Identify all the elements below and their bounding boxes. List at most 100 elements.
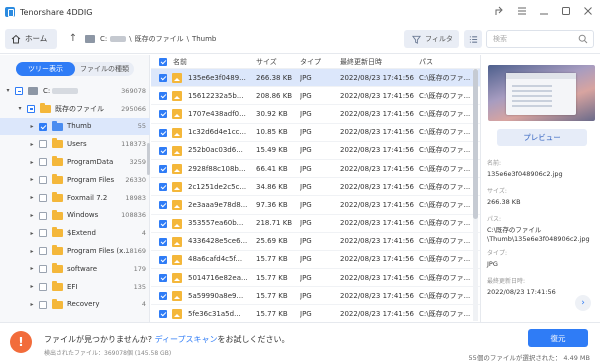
table-row[interactable]: 252b0ac03d6... 15.49 KB JPG 2022/08/23 17:4… [151, 142, 480, 160]
row-checkbox[interactable] [159, 183, 167, 192]
tree-item[interactable]: ▸ Foxmail 7.2 18983 [0, 189, 150, 207]
tree-checkbox[interactable] [27, 104, 35, 113]
share-icon[interactable] [494, 5, 506, 17]
tree-item[interactable]: ▸ Recovery 4 [0, 296, 150, 314]
preview-button[interactable]: プレビュー [497, 129, 587, 146]
close-icon[interactable] [582, 5, 594, 17]
row-checkbox[interactable] [159, 274, 167, 283]
table-row[interactable]: 2928f88c108b... 66.41 KB JPG 2022/08/23 17:… [151, 160, 480, 179]
tree-item[interactable]: ▸ EFI 135 [0, 278, 150, 296]
row-checkbox[interactable] [159, 237, 167, 246]
file-list-scroll-thumb[interactable] [473, 69, 478, 219]
column-type[interactable]: タイプ [300, 57, 321, 67]
tree-checkbox[interactable] [15, 87, 23, 95]
filter-button[interactable]: フィルタ [404, 30, 459, 48]
tree-item[interactable]: ▸ Thumb 55 [0, 117, 150, 136]
table-row[interactable]: 5fe36c31a5d... 15.77 KB JPG 2022/08/23 17:4… [151, 305, 480, 324]
table-row[interactable]: 353557ea60b... 218.71 KB JPG 2022/08/23 17:… [151, 215, 480, 233]
home-button[interactable]: ホーム [5, 28, 57, 49]
expand-arrow-icon[interactable]: ▸ [28, 248, 36, 255]
expand-arrow-icon[interactable]: ▸ [28, 230, 36, 237]
table-row[interactable]: 15612232a5b... 208.86 KB JPG 2022/08/23 17:… [151, 87, 480, 106]
table-row[interactable]: 48a6cafd4c5f... 15.77 KB JPG 2022/08/23 17:… [151, 251, 480, 270]
tree-checkbox[interactable] [39, 193, 47, 202]
row-checkbox[interactable] [159, 255, 167, 264]
tree-item[interactable]: ▸ ProgramData 3259 [0, 153, 150, 171]
up-arrow-icon[interactable]: ↑ [67, 33, 79, 45]
table-row[interactable]: 1707e438adf0... 30.92 KB JPG 2022/08/23 17:… [151, 105, 480, 124]
tree-item[interactable]: ▸ Users 118373 [0, 135, 150, 153]
column-size[interactable]: サイズ [256, 57, 277, 67]
meta-name-value: 135e6e3f048906c2.jpg [487, 170, 563, 178]
next-chevron-icon[interactable]: › [575, 295, 591, 311]
expand-arrow-icon[interactable]: ▸ [28, 176, 36, 183]
deep-scan-link[interactable]: ディープスキャン [155, 335, 218, 344]
expand-arrow-icon[interactable]: ▸ [28, 301, 36, 308]
row-checkbox[interactable] [159, 310, 167, 319]
table-row[interactable]: 5014716e82ea... 15.77 KB JPG 2022/08/23 17:… [151, 269, 480, 288]
column-path[interactable]: パス [419, 57, 433, 67]
list-view-button[interactable] [464, 30, 482, 48]
tree-item[interactable]: ▾ 既存のファイル 295066 [0, 100, 150, 118]
expand-arrow-icon[interactable]: ▸ [28, 123, 36, 130]
tab-file-type[interactable]: ファイルの種類 [75, 62, 134, 76]
table-row[interactable]: 5a59990a8e9... 15.77 KB JPG 2022/08/23 17:4… [151, 287, 480, 306]
row-checkbox[interactable] [159, 92, 167, 101]
collapse-arrow-icon[interactable]: ▾ [16, 105, 24, 112]
expand-arrow-icon[interactable]: ▸ [28, 283, 36, 290]
table-row[interactable]: 4336428e5ce6... 25.69 KB JPG 2022/08/23 17:… [151, 233, 480, 251]
tree-checkbox[interactable] [39, 158, 47, 167]
row-checkbox[interactable] [159, 201, 167, 210]
breadcrumb-thumb[interactable]: Thumb [192, 35, 216, 43]
row-checkbox[interactable] [159, 292, 167, 301]
tree-checkbox[interactable] [39, 300, 47, 309]
tree-checkbox[interactable] [39, 122, 47, 131]
cell-size: 34.86 KB [256, 182, 288, 191]
select-all-checkbox[interactable] [159, 58, 167, 66]
breadcrumb-existing-files[interactable]: 既存のファイル [135, 34, 184, 44]
tree-checkbox[interactable] [39, 175, 47, 184]
expand-arrow-icon[interactable]: ▸ [28, 212, 36, 219]
recover-button[interactable]: 復元 [528, 329, 588, 347]
drive-icon [85, 34, 95, 43]
expand-arrow-icon[interactable]: ▸ [28, 159, 36, 166]
column-modified[interactable]: 最終更新日時 [340, 57, 382, 67]
search-icon[interactable] [578, 34, 588, 44]
tree-checkbox[interactable] [39, 140, 47, 149]
row-checkbox[interactable] [159, 219, 167, 228]
tree-item[interactable]: ▸ $Extend 4 [0, 224, 150, 242]
tab-tree-view[interactable]: ツリー表示 [16, 62, 75, 76]
maximize-icon[interactable] [560, 5, 572, 17]
tree-checkbox[interactable] [39, 211, 47, 220]
tree-checkbox[interactable] [39, 229, 47, 238]
row-checkbox[interactable] [159, 74, 167, 82]
menu-icon[interactable] [516, 5, 528, 17]
breadcrumb-drive[interactable]: C: [100, 35, 107, 43]
table-row[interactable]: 2c1251de2c5c... 34.86 KB JPG 2022/08/23 17:… [151, 178, 480, 197]
tree-item[interactable]: ▸ Program Files (x... 18169 [0, 242, 150, 260]
expand-arrow-icon[interactable]: ▸ [28, 194, 36, 201]
table-row[interactable]: 2e3aaa9e78d8... 97.36 KB JPG 2022/08/23 17:… [151, 196, 480, 215]
row-checkbox[interactable] [159, 110, 167, 119]
table-row[interactable]: 135e6e3f0489... 266.38 KB JPG 2022/08/23 17… [151, 69, 480, 88]
tree-item[interactable]: ▸ software 179 [0, 260, 150, 278]
minimize-icon[interactable] [538, 5, 550, 17]
tree-item[interactable]: ▸ Program Files 26330 [0, 171, 150, 189]
file-list-scrollbar[interactable] [473, 69, 478, 321]
collapse-arrow-icon[interactable]: ▾ [4, 87, 12, 94]
tree-scrollbar[interactable] [147, 143, 150, 175]
tree-checkbox[interactable] [39, 264, 47, 273]
expand-arrow-icon[interactable]: ▸ [28, 265, 36, 272]
tree-checkbox[interactable] [39, 282, 47, 291]
tree-item[interactable]: ▸ Windows 108836 [0, 207, 150, 225]
tree-item[interactable]: ▾ C: 369078 [0, 82, 150, 100]
row-checkbox[interactable] [159, 128, 167, 137]
column-name[interactable]: 名前 [173, 57, 187, 67]
table-row[interactable]: 1c32d6d4e1cc... 10.85 KB JPG 2022/08/23 17:… [151, 124, 480, 142]
search-input[interactable]: 検索 [486, 30, 594, 48]
image-file-icon [172, 254, 182, 265]
row-checkbox[interactable] [159, 146, 167, 155]
row-checkbox[interactable] [159, 164, 167, 173]
tree-checkbox[interactable] [39, 247, 47, 256]
expand-arrow-icon[interactable]: ▸ [28, 141, 36, 148]
